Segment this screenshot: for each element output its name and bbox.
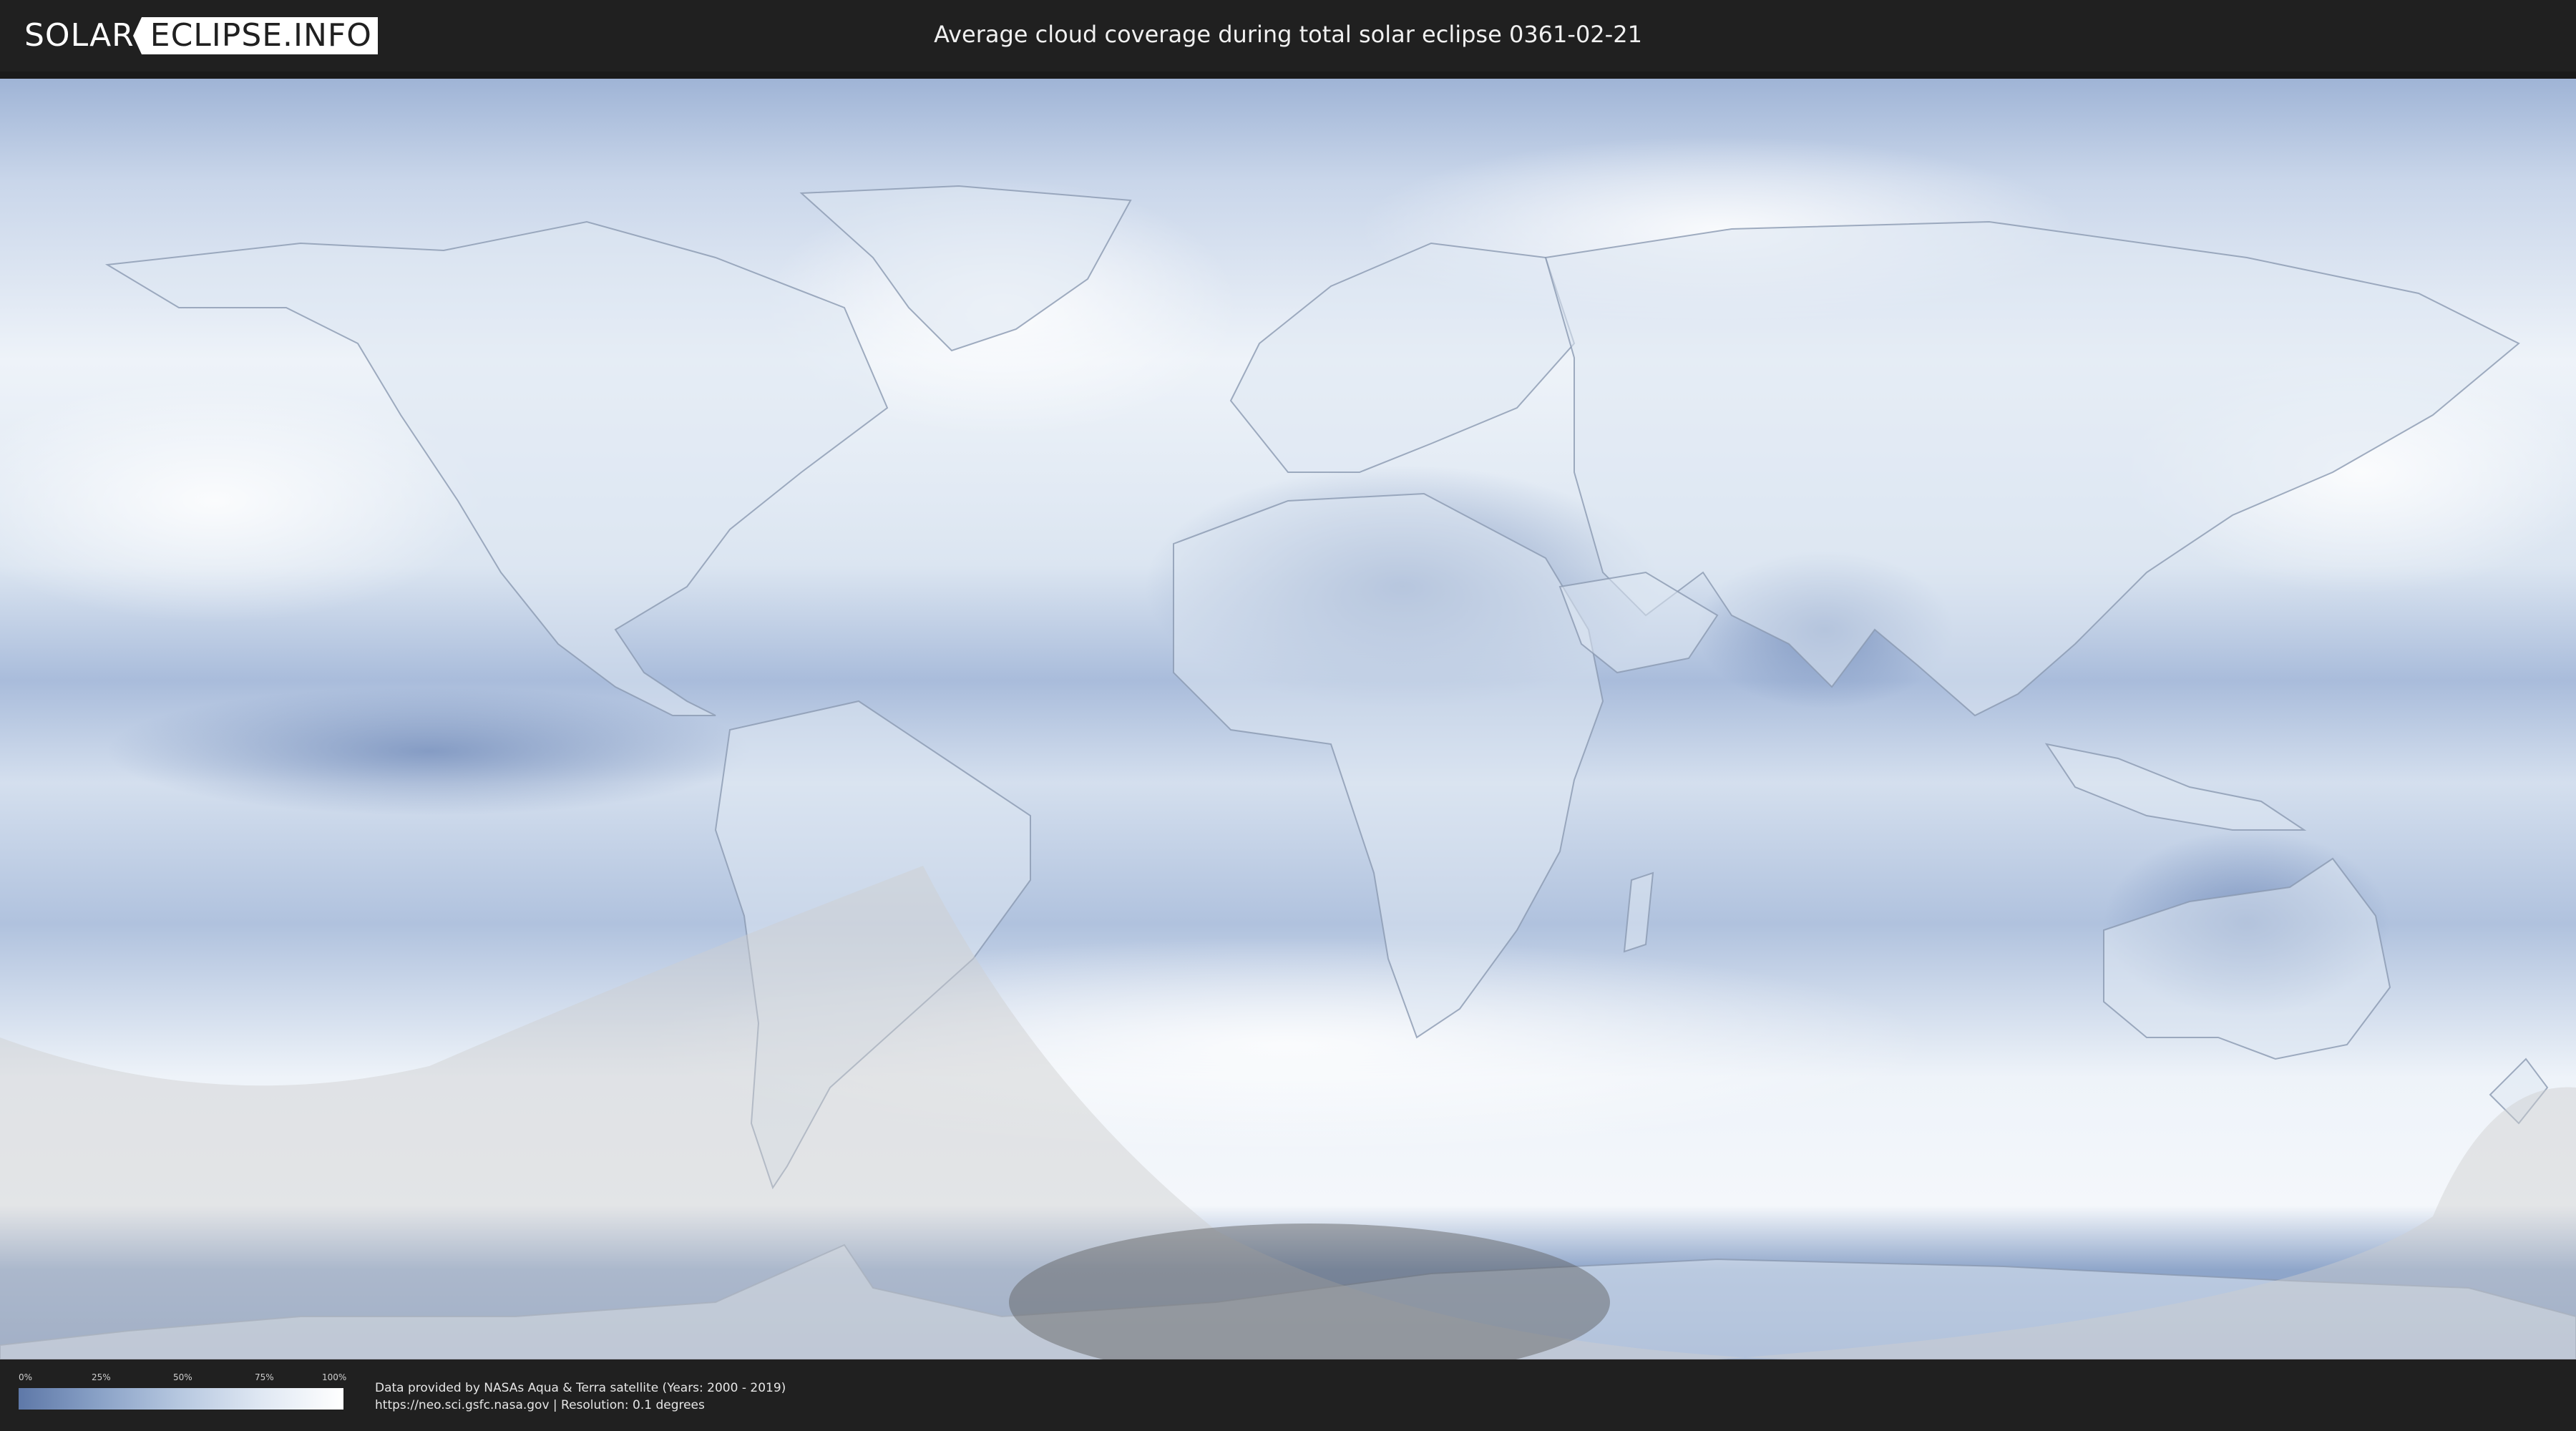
world-map-svg	[0, 79, 2576, 1359]
header-bar: SOLAR ECLIPSE.INFO Average cloud coverag…	[0, 0, 2576, 72]
legend-tick: 75%	[255, 1372, 274, 1382]
credit-url-resolution[interactable]: https://neo.sci.gsfc.nasa.gov | Resoluti…	[375, 1397, 786, 1414]
legend-tick: 100%	[322, 1372, 347, 1382]
legend-tick: 25%	[92, 1372, 111, 1382]
legend-gradient-bar	[19, 1388, 343, 1410]
footer-bar: 0% 25% 50% 75% 100% Data provided by NAS…	[0, 1359, 2576, 1431]
data-credits: Data provided by NASAs Aqua & Terra sate…	[375, 1379, 786, 1414]
legend-tick: 0%	[19, 1372, 33, 1382]
cloud-coverage-map	[0, 72, 2576, 1359]
credit-source: Data provided by NASAs Aqua & Terra sate…	[375, 1381, 786, 1395]
page-title: Average cloud coverage during total sola…	[934, 21, 1642, 48]
legend-tick: 50%	[173, 1372, 192, 1382]
